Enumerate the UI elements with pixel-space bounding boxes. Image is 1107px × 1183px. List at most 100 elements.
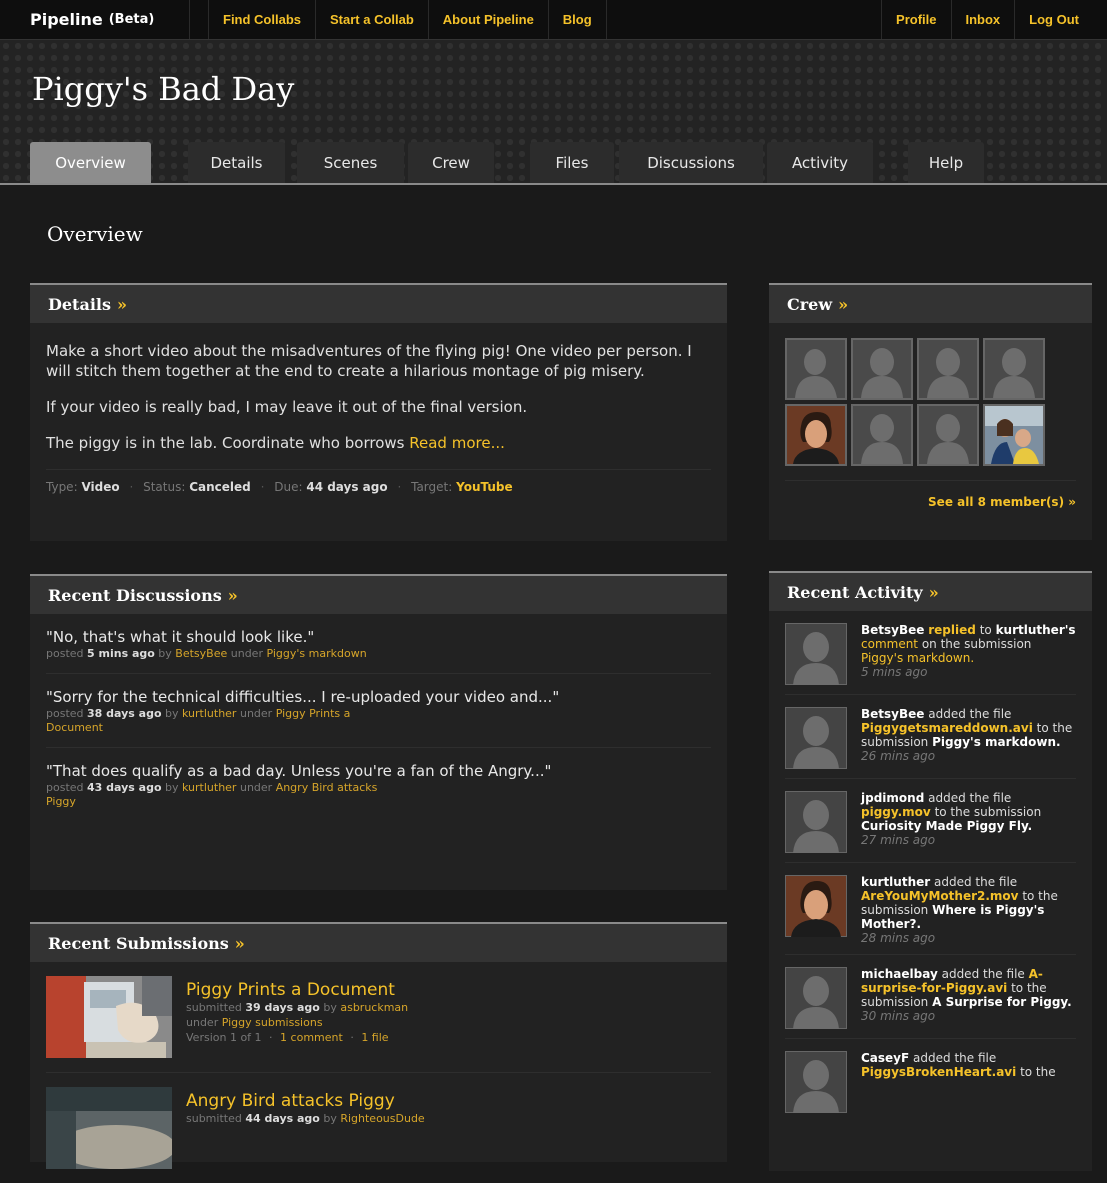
discussions-header[interactable]: Recent Discussions » [30,576,727,614]
user-avatar-silhouette-icon[interactable] [785,791,847,853]
user-link[interactable]: kurtluther [182,707,236,720]
tab-discussions[interactable]: Discussions [619,142,763,183]
user-avatar-photo-man-icon[interactable] [785,875,847,937]
activity-submission-link[interactable]: A Surprise for Piggy. [932,995,1072,1009]
crew-avatar-silhouette-icon[interactable] [785,338,847,400]
activity-user[interactable]: kurtluther [861,875,930,889]
by-label: by [165,707,179,720]
nav-blog[interactable]: Blog [549,0,607,39]
submission-thumbnail[interactable] [46,976,172,1058]
activity-target-user[interactable]: kurtluther's [996,623,1076,637]
activity-action-link[interactable]: replied [928,623,976,637]
activity-submission-link[interactable]: Piggy's markdown. [932,735,1060,749]
group-link[interactable]: Piggy submissions [222,1016,323,1029]
crew-grid [769,323,1092,466]
comments-link[interactable]: 1 comment [280,1031,343,1044]
crew-avatar-photo-family-icon[interactable] [983,404,1045,466]
posted-label: posted [46,647,84,660]
nav-find-collabs[interactable]: Find Collabs [208,0,316,39]
user-avatar-silhouette-icon[interactable] [785,1051,847,1113]
user-avatar-silhouette-icon[interactable] [785,707,847,769]
topic-link[interactable]: Piggy's markdown [266,647,366,660]
see-all-members-link[interactable]: See all 8 member(s) » [785,480,1076,509]
submissions-arrow-icon: » [234,933,245,953]
crew-header[interactable]: Crew » [769,285,1092,323]
activity-user[interactable]: michaelbay [861,967,938,981]
user-link[interactable]: kurtluther [182,781,236,794]
details-heading: Details [48,294,111,314]
crew-panel: Crew » See all 8 member(s) » [769,283,1092,540]
activity-item: michaelbay added the file A-surprise-for… [785,955,1076,1039]
details-header[interactable]: Details » [30,285,727,323]
type-value: Video [81,480,120,494]
submission-item: Piggy Prints a Document submitted 39 day… [46,962,711,1073]
discussion-quote[interactable]: "No, that's what it should look like." [46,628,711,647]
crew-avatar-silhouette-icon[interactable] [851,404,913,466]
activity-submission-link[interactable]: Curiosity Made Piggy Fly. [861,819,1032,833]
tab-crew[interactable]: Crew [408,142,494,183]
discussions-arrow-icon: » [227,585,238,605]
separator: · [397,480,402,494]
page-title: Overview [47,222,143,246]
nav-about-pipeline[interactable]: About Pipeline [429,0,549,39]
activity-user[interactable]: jpdimond [861,791,924,805]
submission-thumbnail[interactable] [46,1087,172,1169]
activity-file-link[interactable]: AreYouMyMother2.mov [861,889,1018,903]
activity-item: kurtluther added the file AreYouMyMother… [785,863,1076,955]
crew-avatar-photo-man-icon[interactable] [785,404,847,466]
discussion-item[interactable]: "That does qualify as a bad day. Unless … [46,748,711,821]
activity-file-link[interactable]: PiggysBrokenHeart.avi [861,1065,1016,1079]
user-link[interactable]: RighteousDude [340,1112,424,1125]
activity-text-part: added the file [941,967,1025,981]
submission-meta: submitted 39 days ago by asbruckman unde… [186,1000,408,1045]
submission-title[interactable]: Piggy Prints a Document [186,980,408,1000]
submissions-header[interactable]: Recent Submissions » [30,924,727,962]
nav-start-collab[interactable]: Start a Collab [316,0,429,39]
tab-scenes[interactable]: Scenes [297,142,404,183]
crew-avatar-silhouette-icon[interactable] [917,338,979,400]
discussion-quote[interactable]: "Sorry for the technical difficulties...… [46,688,711,707]
target-link[interactable]: YouTube [456,480,513,494]
user-avatar-silhouette-icon[interactable] [785,967,847,1029]
tab-overview[interactable]: Overview [30,142,151,183]
tab-help[interactable]: Help [908,142,984,183]
nav-log-out[interactable]: Log Out [1015,0,1107,39]
tab-activity[interactable]: Activity [767,142,873,183]
crew-avatar-silhouette-icon[interactable] [851,338,913,400]
by-label: by [158,647,172,660]
activity-user[interactable]: BetsyBee [861,707,924,721]
activity-file-link[interactable]: piggy.mov [861,805,931,819]
version-label: Version 1 of 1 [186,1031,262,1044]
submissions-heading: Recent Submissions [48,933,229,953]
activity-file-link[interactable]: Piggygetsmareddown.avi [861,721,1033,735]
files-link[interactable]: 1 file [361,1031,388,1044]
discussion-quote[interactable]: "That does qualify as a bad day. Unless … [46,762,711,781]
posted-label: posted [46,781,84,794]
tab-files[interactable]: Files [530,142,614,183]
activity-submission-link[interactable]: Piggy's markdown. [861,651,974,665]
activity-user[interactable]: CaseyF [861,1051,909,1065]
submission-title[interactable]: Angry Bird attacks Piggy [186,1091,425,1111]
discussion-item[interactable]: "Sorry for the technical difficulties...… [46,674,711,748]
tab-details[interactable]: Details [188,142,285,183]
discussion-meta: posted 5 mins ago by BetsyBee under Pigg… [46,647,386,661]
crew-avatar-silhouette-icon[interactable] [983,338,1045,400]
activity-user[interactable]: BetsyBee [861,623,924,637]
crew-avatar-silhouette-icon[interactable] [917,404,979,466]
discussions-panel: Recent Discussions » "No, that's what it… [30,574,727,890]
nav-profile[interactable]: Profile [881,0,952,39]
user-link[interactable]: asbruckman [340,1001,408,1014]
details-paragraph-1: Make a short video about the misadventur… [46,342,692,380]
target-label: Target: [411,480,453,494]
activity-header[interactable]: Recent Activity » [769,573,1092,611]
user-link[interactable]: BetsyBee [175,647,227,660]
nav-inbox[interactable]: Inbox [952,0,1016,39]
activity-comment-link[interactable]: comment [861,637,918,651]
user-avatar-silhouette-icon[interactable] [785,623,847,685]
read-more-link[interactable]: Read more... [409,434,505,452]
discussion-item[interactable]: "No, that's what it should look like." p… [46,614,711,674]
submitted-label: submitted [186,1001,242,1014]
site-logo[interactable]: Pipeline (Beta) [0,0,190,39]
details-paragraph-3-text: The piggy is in the lab. Coordinate who … [46,434,405,452]
activity-text: michaelbay added the file A-surprise-for… [861,967,1076,1029]
